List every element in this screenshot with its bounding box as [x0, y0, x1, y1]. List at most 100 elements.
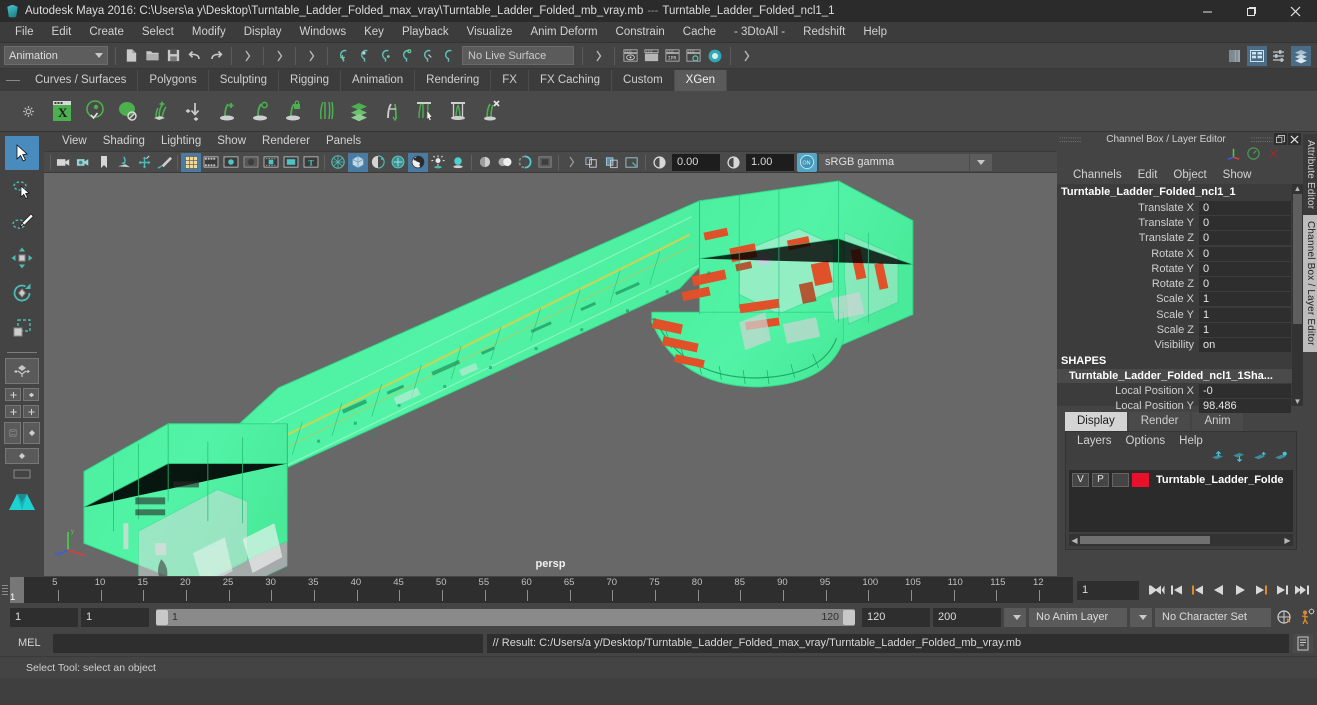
snap-view-plane-icon[interactable] [417, 45, 438, 66]
snap-curve-icon[interactable] [354, 45, 375, 66]
menu-constrain[interactable]: Constrain [607, 23, 674, 42]
menu-create[interactable]: Create [80, 23, 133, 42]
scroll-down-arrow-icon[interactable]: ▼ [1294, 397, 1302, 406]
wireframe-icon[interactable] [328, 153, 348, 172]
lasso-select-tool[interactable] [5, 171, 39, 205]
animation-start-field[interactable]: 1 [10, 607, 78, 627]
step-forward-frame-icon[interactable] [1251, 579, 1271, 601]
shelf-tab-xgen[interactable]: XGen [674, 70, 728, 91]
gamma-icon[interactable] [723, 153, 743, 172]
layer-menu-options[interactable]: Options [1119, 433, 1173, 450]
playback-options-chevron-down-icon[interactable] [1004, 607, 1026, 627]
snap-projected-icon[interactable] [396, 45, 417, 66]
shelf-drag-handle[interactable] [6, 69, 21, 91]
channel-row-scale-y[interactable]: Scale Y 1 [1057, 307, 1303, 322]
menu-set-dropdown[interactable]: Animation [4, 46, 108, 65]
layer-row[interactable]: V P Turntable_Ladder_Folde [1069, 470, 1293, 487]
shelf-tab-fx[interactable]: FX [491, 70, 529, 91]
screen-space-ao-icon[interactable] [448, 153, 468, 172]
go-to-start-icon[interactable] [1146, 579, 1166, 601]
speed-meter-icon[interactable] [1246, 146, 1261, 166]
time-slider[interactable]: 1 5 10 15 20 25 30 35 40 45 50 55 60 65 70 75 80 85 90 95 1… [10, 577, 1073, 603]
channel-value-field[interactable]: 0 [1199, 246, 1291, 261]
shelf-tab-sculpting[interactable]: Sculpting [208, 70, 280, 91]
channel-row-scale-x[interactable]: Scale X 1 [1057, 292, 1303, 307]
current-time-indicator[interactable]: 1 [10, 577, 24, 603]
command-language-label[interactable]: MEL [4, 637, 49, 649]
range-start-handle[interactable] [156, 609, 168, 625]
exposure-field[interactable]: 0.00 [672, 153, 720, 171]
perspective-viewport[interactable]: y x z persp [44, 173, 1057, 576]
channel-box-scrollbar[interactable]: ▲ ▼ [1292, 184, 1303, 406]
range-end-handle[interactable] [843, 609, 855, 625]
tool-settings-toggle-icon[interactable] [1291, 45, 1311, 66]
rotate-tool[interactable] [5, 276, 39, 310]
menu-modify[interactable]: Modify [183, 23, 235, 42]
script-editor-icon[interactable] [1293, 633, 1313, 653]
flat-shade-icon[interactable] [368, 153, 388, 172]
xgen-place-icon[interactable] [178, 94, 210, 128]
show-hide-editors-icon[interactable] [1225, 46, 1245, 66]
camera-attributes-icon[interactable] [74, 153, 94, 172]
go-to-end-icon[interactable] [1293, 579, 1313, 601]
manipulator-axes-icon[interactable] [1226, 146, 1241, 166]
color-management-dropdown[interactable]: sRGB gamma [819, 153, 969, 171]
channel-box-menu-channels[interactable]: Channels [1065, 167, 1130, 184]
current-frame-field[interactable]: 1 [1077, 580, 1139, 600]
layer-tab-render[interactable]: Render [1128, 412, 1191, 431]
xgen-length-icon[interactable] [376, 94, 408, 128]
layer-tab-display[interactable]: Display [1065, 412, 1127, 431]
shelf-tab-rigging[interactable]: Rigging [279, 70, 342, 91]
select-component-icon[interactable] [301, 45, 322, 66]
layer-color-swatch[interactable] [1132, 472, 1149, 487]
layout-cell[interactable] [5, 405, 21, 418]
channel-row-scale-z[interactable]: Scale Z 1 [1057, 322, 1303, 338]
menu-display[interactable]: Display [235, 23, 291, 42]
red-indicator-icon[interactable] [1266, 146, 1281, 166]
xgen-editor-icon[interactable]: X [46, 94, 78, 128]
channel-row-rotate-y[interactable]: Rotate Y 0 [1057, 261, 1303, 276]
menu-select[interactable]: Select [133, 23, 183, 42]
menu-3dtoall[interactable]: - 3DtoAll - [725, 23, 794, 42]
select-hierarchy-icon[interactable] [237, 45, 258, 66]
channel-box-menu-edit[interactable]: Edit [1130, 167, 1166, 184]
menu-edit[interactable]: Edit [43, 23, 81, 42]
menu-anim-deform[interactable]: Anim Deform [521, 23, 606, 42]
channel-box-menu-object[interactable]: Object [1165, 167, 1214, 184]
scroll-left-arrow-icon[interactable]: ◀ [1069, 536, 1080, 545]
channel-row-rotate-x[interactable]: Rotate X 0 [1057, 246, 1303, 261]
toolbar-arrow-icon[interactable] [736, 45, 757, 66]
xgen-select-icon[interactable] [409, 94, 441, 128]
viewport-menu-lighting[interactable]: Lighting [153, 133, 209, 150]
motion-blur-icon[interactable] [475, 153, 495, 172]
layer-menu-help[interactable]: Help [1172, 433, 1210, 450]
layer-tab-anim[interactable]: Anim [1192, 412, 1243, 431]
character-set-dropdown[interactable]: No Character Set [1155, 607, 1271, 627]
scroll-up-arrow-icon[interactable]: ▲ [1294, 184, 1302, 193]
channel-value-field[interactable]: 1 [1199, 292, 1291, 307]
make-live-icon[interactable] [438, 45, 459, 66]
channel-value-field[interactable]: -0 [1199, 383, 1291, 398]
paint-select-tool[interactable] [5, 206, 39, 240]
four-view-layout[interactable] [5, 388, 39, 401]
range-start-field[interactable]: 1 [81, 607, 149, 627]
viewport-menu-panels[interactable]: Panels [318, 133, 369, 150]
anim-layer-dropdown[interactable]: No Anim Layer [1029, 607, 1127, 627]
xgen-solid-icon[interactable] [112, 94, 144, 128]
layer-playback-toggle[interactable]: P [1092, 472, 1109, 487]
viewport-menu-view[interactable]: View [54, 133, 95, 150]
new-layer-icon[interactable] [1253, 450, 1267, 468]
xgen-sphere-guide-icon[interactable] [244, 94, 276, 128]
vertical-tab-attribute-editor[interactable]: Attribute Editor [1303, 134, 1317, 216]
hypershade-persp-layout[interactable] [5, 448, 39, 464]
resolution-gate-icon[interactable] [221, 153, 241, 172]
shelf-tab-animation[interactable]: Animation [341, 70, 416, 91]
channel-row-translate-y[interactable]: Translate Y 0 [1057, 215, 1303, 230]
redo-icon[interactable] [205, 45, 226, 66]
command-input[interactable] [52, 633, 483, 653]
viewport-menu-renderer[interactable]: Renderer [254, 133, 318, 150]
move-tool[interactable] [5, 241, 39, 275]
channel-row-translate-x[interactable]: Translate X 0 [1057, 200, 1303, 215]
channel-value-field[interactable]: 0 [1199, 277, 1291, 292]
layout-cell-outliner[interactable] [4, 422, 21, 444]
